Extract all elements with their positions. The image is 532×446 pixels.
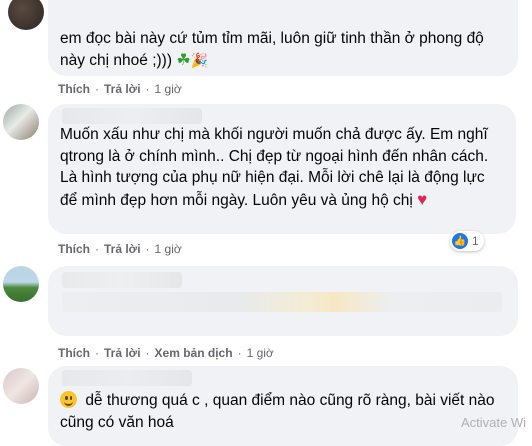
reaction-count: 1 <box>472 234 479 248</box>
see-translation-link[interactable]: Xem bản dịch <box>155 346 233 360</box>
comment-actions-2: Thích · Trả lời · 1 giờ <box>58 242 182 256</box>
separator-dot: · <box>145 346 150 360</box>
avatar[interactable] <box>3 368 39 404</box>
avatar[interactable] <box>8 0 44 30</box>
smiling-face-icon <box>60 391 77 408</box>
comment-actions-1: Thích · Trả lời · 1 giờ <box>58 82 182 96</box>
clover-emoji-icon: ☘ <box>176 51 191 69</box>
comment-text: dễ thương quá c , quan điểm nào cũng rõ … <box>60 391 495 431</box>
timestamp[interactable]: 1 giờ <box>247 346 274 360</box>
blurred-username <box>62 272 182 288</box>
comment-actions-3: Thích · Trả lời · Xem bản dịch · 1 giờ <box>58 346 274 360</box>
blurred-username <box>62 108 202 124</box>
comment-text: em đọc bài này cứ tủm tỉm mãi, luôn giữ … <box>60 30 484 69</box>
timestamp[interactable]: 1 giờ <box>155 242 182 256</box>
reply-link[interactable]: Trả lời <box>104 242 141 256</box>
blurred-username <box>62 370 192 386</box>
activate-windows-watermark: Activate Wi <box>460 415 526 430</box>
separator-dot: · <box>95 242 99 256</box>
separator-dot: · <box>145 242 150 256</box>
separator-dot: · <box>237 346 242 360</box>
comment-text: Muốn xấu như chị mà khối người muốn chả … <box>60 126 489 209</box>
like-link[interactable]: Thích <box>58 242 90 256</box>
reply-link[interactable]: Trả lời <box>104 346 141 360</box>
like-link[interactable]: Thích <box>58 82 90 96</box>
thumbs-up-icon: 👍 <box>452 233 468 249</box>
party-popper-icon: 🎉 <box>190 51 209 68</box>
separator-dot: · <box>95 82 99 96</box>
timestamp[interactable]: 1 giờ <box>155 82 182 96</box>
avatar[interactable] <box>3 266 39 302</box>
like-link[interactable]: Thích <box>58 346 90 360</box>
reaction-badge[interactable]: 👍 1 <box>450 231 484 251</box>
red-heart-icon: ♥ <box>417 189 428 209</box>
comment-bubble-3 <box>48 266 518 336</box>
comment-bubble-1: em đọc bài này cứ tủm tỉm mãi, luôn giữ … <box>48 0 518 76</box>
comment-bubble-4: dễ thương quá c , quan điểm nào cũng rõ … <box>48 366 518 446</box>
separator-dot: · <box>145 82 150 96</box>
separator-dot: · <box>95 346 99 360</box>
comment-bubble-2: Muốn xấu như chị mà khối người muốn chả … <box>48 104 516 234</box>
avatar[interactable] <box>3 104 39 140</box>
reply-link[interactable]: Trả lời <box>104 82 141 96</box>
blurred-comment-text <box>62 292 502 312</box>
